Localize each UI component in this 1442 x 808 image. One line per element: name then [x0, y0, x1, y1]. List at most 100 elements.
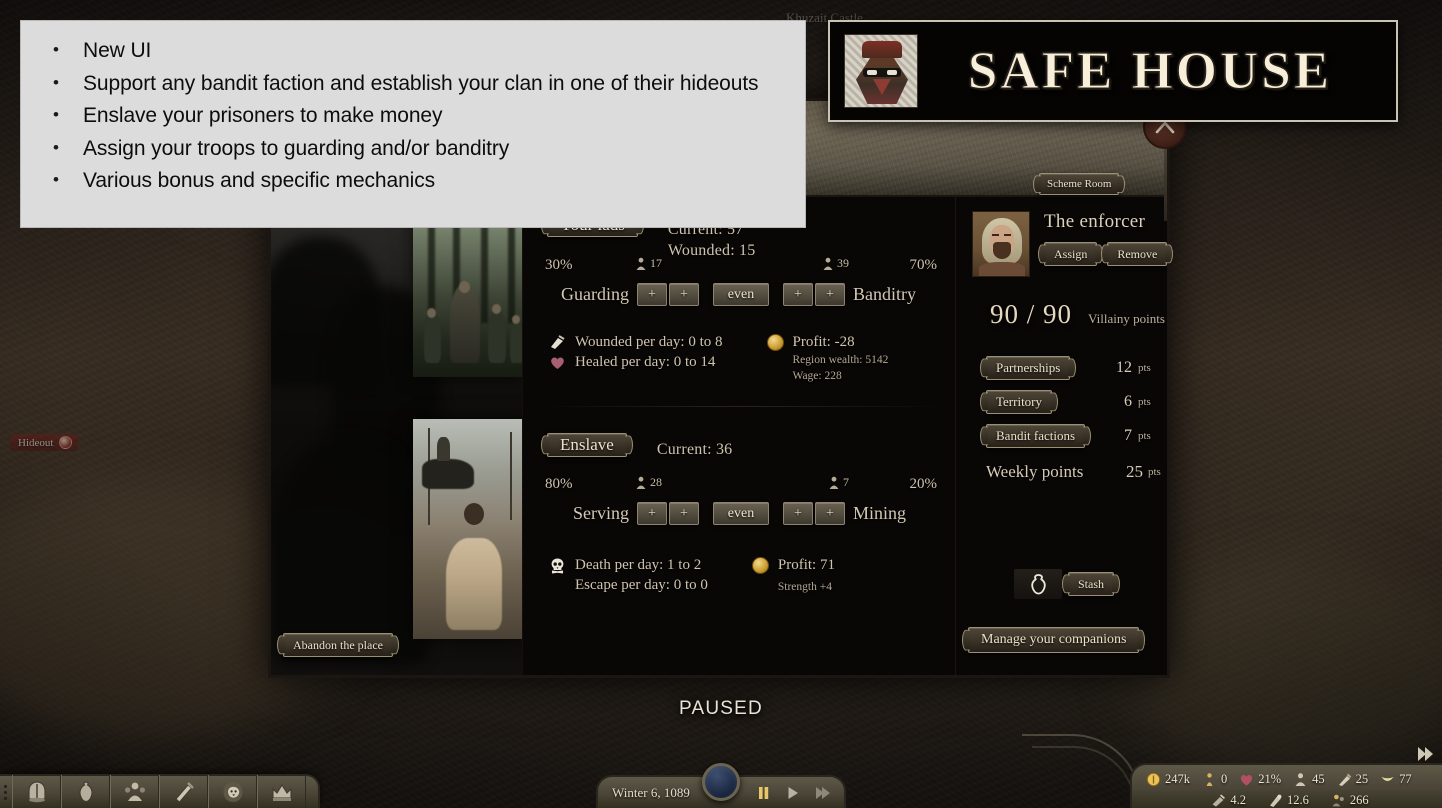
- resource-gold[interactable]: 247k: [1146, 772, 1190, 787]
- toolbar-button-party[interactable]: [110, 775, 159, 808]
- hud-edge-button[interactable]: [1414, 743, 1438, 765]
- escape-per-day: Escape per day: 0 to 0: [575, 577, 708, 593]
- resource-health[interactable]: 21%: [1239, 772, 1281, 787]
- toolbar-button-clan[interactable]: [208, 775, 257, 808]
- villainy-points-row: 90 / 90 Villainy points: [972, 299, 1226, 330]
- feature-bullets-overlay: New UI Support any bandit faction and es…: [20, 20, 806, 228]
- mining-increase-group: + +: [783, 502, 845, 525]
- mining-plus-button[interactable]: +: [783, 502, 813, 525]
- slave-icon: [636, 476, 646, 489]
- stash-row: Stash: [1014, 569, 1115, 599]
- serving-plus-button[interactable]: +: [669, 502, 699, 525]
- troops-even-button[interactable]: even: [713, 283, 769, 306]
- manage-companions-button[interactable]: Manage your companions: [968, 627, 1140, 653]
- serving-label: Serving: [573, 503, 629, 523]
- list-item: Support any bandit faction and establish…: [39, 67, 787, 101]
- toolbar-button-character[interactable]: [12, 775, 61, 808]
- enforcer-avatar[interactable]: [972, 211, 1030, 277]
- banditry-percent: 70%: [909, 257, 938, 273]
- troops-health-stats: Wounded per day: 0 to 8 Healed per day: …: [549, 332, 723, 384]
- gold-coin-icon: [751, 557, 769, 574]
- resource-influence[interactable]: 0: [1202, 772, 1227, 787]
- morale-icon: [1270, 794, 1282, 807]
- mining-plus-button[interactable]: +: [815, 502, 845, 525]
- enslave-title[interactable]: Enslave: [547, 433, 627, 457]
- play-button[interactable]: [784, 784, 801, 801]
- skull-icon-wrap: [549, 555, 567, 595]
- campaign-map-orb-button[interactable]: [702, 763, 740, 801]
- enforcer-column: The enforcer Assign Remove 90 / 90 Villa…: [956, 197, 1242, 675]
- bandit-factions-value: 7: [1124, 427, 1132, 444]
- abandon-the-place-button[interactable]: Abandon the place: [283, 633, 393, 657]
- banditry-increase-group: + +: [783, 283, 845, 306]
- list-item: Bandit factions 7 pts: [986, 424, 1226, 448]
- bandage-icon-wrap: [549, 332, 567, 384]
- pause-icon: [759, 787, 769, 799]
- serving-plus-button[interactable]: +: [637, 502, 667, 525]
- influence-icon: [1206, 773, 1213, 786]
- enforcer-name: The enforcer: [1044, 211, 1146, 232]
- mining-percent: 20%: [909, 476, 938, 492]
- territory-button[interactable]: Territory: [986, 390, 1053, 414]
- play-icon: [788, 787, 798, 799]
- partnerships-button[interactable]: Partnerships: [986, 356, 1071, 380]
- fast-forward-icon: [816, 787, 830, 799]
- guarding-plus-button[interactable]: +: [669, 283, 699, 306]
- slaves-allocation-slider: 80% 20% 28 7 Serving + + even + + Mining: [537, 475, 945, 525]
- resource-troops[interactable]: 45: [1293, 772, 1325, 787]
- assign-button[interactable]: Assign: [1044, 242, 1098, 266]
- bag-icon: [78, 781, 93, 803]
- toolbar-button-kingdom[interactable]: [257, 775, 306, 808]
- pouch-icon: [1030, 573, 1046, 594]
- territory-unit: pts: [1138, 396, 1151, 408]
- resource-renown[interactable]: 25: [1337, 772, 1368, 787]
- toolbar-button-inventory[interactable]: [61, 775, 110, 808]
- slaves-even-button[interactable]: even: [713, 502, 769, 525]
- lion-icon: [223, 782, 242, 802]
- enforcer-header: The enforcer Assign Remove: [972, 211, 1226, 277]
- resource-prisoners[interactable]: 266: [1331, 793, 1369, 808]
- list-item: Various bonus and specific mechanics: [39, 164, 787, 198]
- hud-toolbar-left: [0, 774, 320, 808]
- heart-icon: [551, 357, 564, 369]
- banditry-label: Banditry: [853, 284, 916, 304]
- guarding-plus-button[interactable]: +: [637, 283, 667, 306]
- resource-morale[interactable]: 12.6: [1268, 793, 1309, 808]
- resource-food[interactable]: 77: [1380, 772, 1412, 787]
- region-wealth: Region wealth: 5142: [792, 354, 889, 366]
- map-marker-hideout[interactable]: Hideout: [10, 434, 79, 451]
- banditry-troop-count: 39: [822, 256, 849, 271]
- bandage-icon: [551, 335, 565, 349]
- enforcer-info: The enforcer Assign Remove: [1044, 211, 1168, 277]
- paused-indicator: PAUSED: [679, 698, 763, 719]
- quest-icon: [174, 782, 194, 803]
- time-control-group: [755, 784, 830, 801]
- serving-count: 28: [635, 475, 662, 490]
- pause-button[interactable]: [755, 784, 772, 801]
- screen-root: Khuzait Castle Hideout Scheme Room Aband…: [0, 0, 1442, 808]
- troops-health-lines: Wounded per day: 0 to 8 Healed per day: …: [575, 332, 723, 384]
- abandon-button-wrap: Abandon the place: [283, 633, 393, 657]
- remove-button[interactable]: Remove: [1107, 242, 1168, 266]
- speed-icon: [1212, 794, 1226, 807]
- food-icon: [1381, 777, 1394, 781]
- toolbar-button-quests[interactable]: [159, 775, 208, 808]
- banditry-plus-button[interactable]: +: [783, 283, 813, 306]
- list-item: Partnerships 12 pts: [986, 356, 1226, 380]
- bandit-factions-button[interactable]: Bandit factions: [986, 424, 1086, 448]
- scheme-room-button[interactable]: Scheme Room: [1039, 173, 1120, 195]
- stash-button[interactable]: Stash: [1068, 572, 1115, 596]
- health-icon: [1241, 775, 1253, 786]
- mining-label: Mining: [853, 503, 907, 523]
- banditry-plus-button[interactable]: +: [815, 283, 845, 306]
- guarding-label: Guarding: [561, 284, 629, 304]
- helmet-icon: [27, 781, 46, 803]
- badge-stem: [1164, 147, 1167, 221]
- resource-speed[interactable]: 4.2: [1211, 793, 1246, 808]
- fast-forward-button[interactable]: [813, 784, 830, 801]
- villainy-points-label: Villainy points: [1088, 311, 1165, 326]
- skull-icon: [551, 558, 564, 574]
- stash-icon-box[interactable]: [1014, 569, 1062, 599]
- partnerships-value: 12: [1116, 359, 1132, 376]
- slave-icon: [829, 476, 839, 489]
